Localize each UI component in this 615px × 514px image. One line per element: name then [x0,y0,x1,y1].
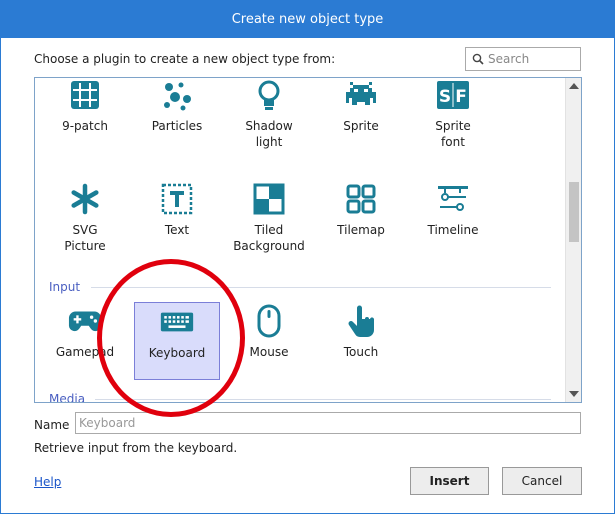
nine-patch-icon [68,78,102,112]
lightbulb-icon [252,78,286,112]
plugin-label: Keyboard [148,346,206,360]
sprite-font-icon: S F [436,78,470,112]
prompt-text: Choose a plugin to create a new object t… [34,52,336,66]
scroll-up-arrow-icon[interactable] [569,83,579,89]
plugin-label: Particles [151,119,203,133]
plugin-label: Sprite font [435,119,471,149]
plugin-tile-gamepad[interactable]: Gamepad [42,302,128,380]
particles-icon [160,78,194,112]
plugin-tile-9-patch[interactable]: 9-patch [42,78,128,154]
plugin-label: Tiled Background [233,223,305,253]
timeline-icon [436,182,470,216]
mouse-icon [252,304,286,338]
plugin-label: Mouse [249,345,289,359]
plugin-tile-tiled-background[interactable]: Tiled Background [226,180,312,258]
name-input[interactable] [75,412,581,434]
plugin-tile-tilemap[interactable]: Tilemap [318,180,404,258]
plugin-tile-touch[interactable]: Touch [318,302,404,380]
help-link[interactable]: Help [34,475,61,489]
search-input[interactable] [488,52,576,66]
asterisk-icon [68,182,102,216]
plugin-tile-svg-picture[interactable]: SVG Picture [42,180,128,258]
dialog-titlebar[interactable]: Create new object type [1,1,614,38]
section-label-input: Input [49,280,81,294]
plugin-list[interactable]: 9-patch Particles Shadow light Sprite S … [34,77,582,403]
space-invader-icon [344,78,378,112]
dialog-title: Create new object type [231,12,384,27]
section-divider [91,287,551,288]
plugin-label: Timeline [427,223,479,237]
plugin-tile-particles[interactable]: Particles [134,78,220,154]
plugin-label: Text [164,223,190,237]
plugin-tile-keyboard[interactable]: Keyboard [134,302,220,380]
tilemap-icon [344,182,378,216]
text-box-icon [160,182,194,216]
touch-icon [344,304,378,338]
section-divider [95,399,551,400]
keyboard-icon [160,305,194,339]
plugin-label: Shadow light [245,119,293,149]
insert-button[interactable]: Insert [410,467,489,495]
scroll-down-arrow-icon[interactable] [569,391,579,397]
plugin-description: Retrieve input from the keyboard. [34,441,238,455]
list-scrollbar[interactable] [565,78,581,402]
scroll-thumb[interactable] [569,182,579,242]
plugin-tile-mouse[interactable]: Mouse [226,302,312,380]
section-label-media: Media [49,392,86,403]
plugin-tile-sprite-font[interactable]: S F Sprite font [410,78,496,154]
cancel-button[interactable]: Cancel [502,467,582,495]
svg-text:F: F [455,87,467,107]
plugin-label: Touch [343,345,379,359]
svg-text:S: S [439,87,451,107]
plugin-tile-shadow-light[interactable]: Shadow light [226,78,312,154]
plugin-label: Sprite [343,119,379,133]
gamepad-icon [68,304,102,338]
plugin-label: Tilemap [337,223,385,237]
plugin-label: 9-patch [62,119,108,133]
tiled-icon [252,182,286,216]
plugin-tile-timeline[interactable]: Timeline [410,180,496,258]
plugin-label: SVG Picture [64,223,106,253]
plugin-tile-text[interactable]: Text [134,180,220,258]
search-box[interactable] [465,47,581,71]
plugin-label: Gamepad [55,345,115,359]
name-label: Name [34,418,70,432]
create-object-dialog: Create new object type Choose a plugin t… [0,0,615,514]
search-icon [472,53,484,65]
plugin-tile-sprite[interactable]: Sprite [318,78,404,154]
